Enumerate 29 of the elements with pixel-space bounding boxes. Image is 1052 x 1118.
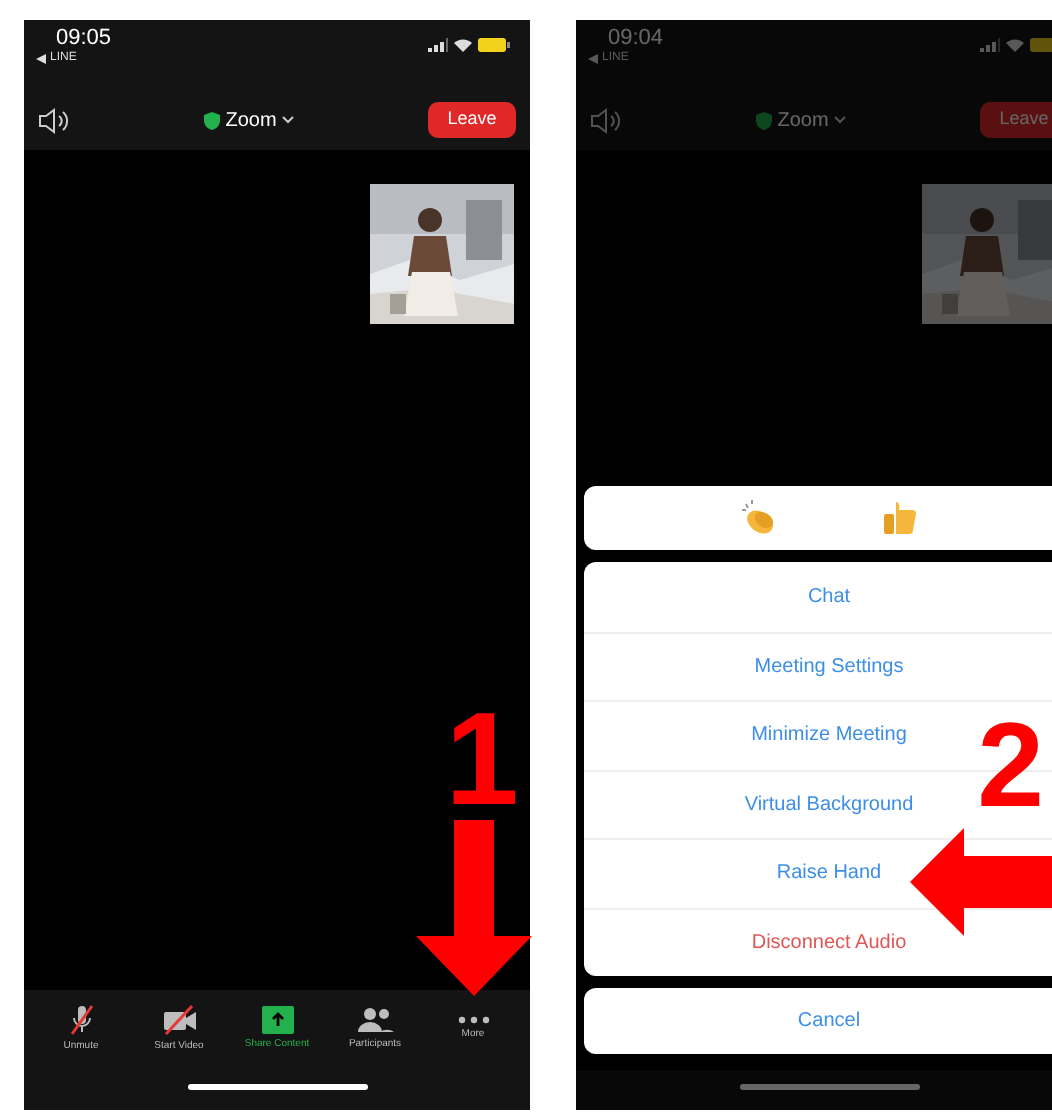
leave-button[interactable]: Leave bbox=[428, 102, 516, 138]
battery-icon bbox=[478, 38, 510, 52]
chevron-down-icon bbox=[282, 116, 295, 124]
chevron-down-icon bbox=[834, 116, 847, 124]
camera-off-icon bbox=[161, 1004, 197, 1037]
signal-icon bbox=[428, 38, 448, 52]
share-screen-icon bbox=[261, 1006, 293, 1035]
step-number: 2 bbox=[977, 704, 1044, 828]
step-number: 1 bbox=[443, 696, 519, 820]
muted-microphone-icon bbox=[65, 1004, 97, 1037]
more-icon bbox=[457, 1016, 489, 1025]
left-arrow bbox=[910, 828, 1052, 936]
back-caret-icon[interactable] bbox=[36, 54, 46, 64]
meeting-title-dropdown[interactable]: Zoom bbox=[755, 105, 847, 135]
status-time: 09:04 bbox=[608, 26, 664, 50]
status-time: 09:05 bbox=[56, 26, 112, 50]
shield-icon bbox=[203, 111, 220, 129]
cancel-button[interactable]: Cancel bbox=[584, 988, 1052, 1054]
thumbs-up-icon[interactable] bbox=[879, 498, 919, 538]
shield-icon bbox=[755, 111, 772, 129]
speaker-icon[interactable] bbox=[38, 107, 70, 133]
menu-item[interactable]: Chat bbox=[584, 562, 1052, 631]
people-icon bbox=[357, 1006, 393, 1035]
menu-item[interactable]: Meeting Settings bbox=[584, 631, 1052, 700]
wifi-icon bbox=[1006, 38, 1024, 52]
signal-icon bbox=[980, 38, 1000, 52]
wifi-icon bbox=[454, 38, 472, 52]
meeting-title-dropdown[interactable]: Zoom bbox=[203, 105, 295, 135]
leave-button[interactable]: Leave bbox=[980, 102, 1052, 138]
